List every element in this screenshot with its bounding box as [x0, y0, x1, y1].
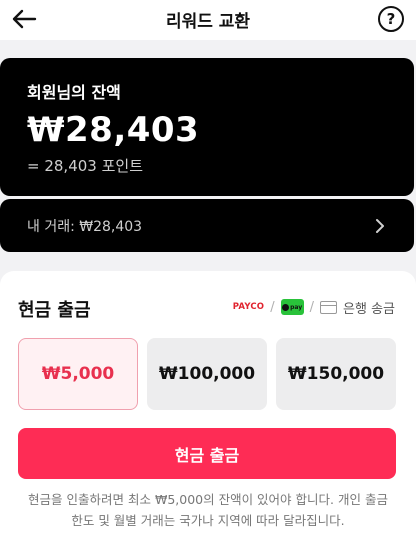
- balance-card: 회원님의 잔액 ₩28,403 = 28,403 포인트: [0, 58, 414, 196]
- method-separator: /: [309, 299, 315, 315]
- balance-label: 회원님의 잔액: [27, 83, 121, 102]
- bank-card-icon: [320, 300, 338, 314]
- my-transactions-link[interactable]: 내 거래: ₩28,403: [0, 199, 414, 252]
- amount-option-100000[interactable]: ₩100,000: [147, 338, 267, 410]
- withdraw-notice: 현금을 인출하려면 최소 ₩5,000의 잔액이 있어야 합니다. 개인 출금 …: [28, 492, 388, 528]
- payco-logo: PAYCO: [232, 302, 265, 312]
- help-icon[interactable]: ?: [378, 6, 404, 32]
- section-title: 현금 출금: [18, 300, 91, 321]
- chevron-right-icon: [372, 218, 388, 234]
- top-bar: 리워드 교환 ?: [0, 0, 416, 40]
- transactions-label: 내 거래: ₩28,403: [27, 219, 143, 235]
- page-title: 리워드 교환: [165, 12, 251, 32]
- payout-methods: PAYCO / pay / 은행 송금: [233, 297, 395, 317]
- balance-amount: ₩28,403: [27, 110, 200, 150]
- amount-option-150000[interactable]: ₩150,000: [276, 338, 396, 410]
- npay-logo-icon: pay: [280, 299, 304, 315]
- method-separator: /: [270, 299, 275, 315]
- bank-transfer-label: 은행 송금: [343, 301, 395, 317]
- balance-points: = 28,403 포인트: [27, 157, 143, 175]
- amount-option-5000[interactable]: ₩5,000: [18, 338, 138, 410]
- cash-withdraw-section: 현금 출금 PAYCO / pay / 은행 송금 ₩5,000 ₩100,00…: [0, 271, 416, 559]
- withdraw-button[interactable]: 현금 출금: [18, 428, 396, 479]
